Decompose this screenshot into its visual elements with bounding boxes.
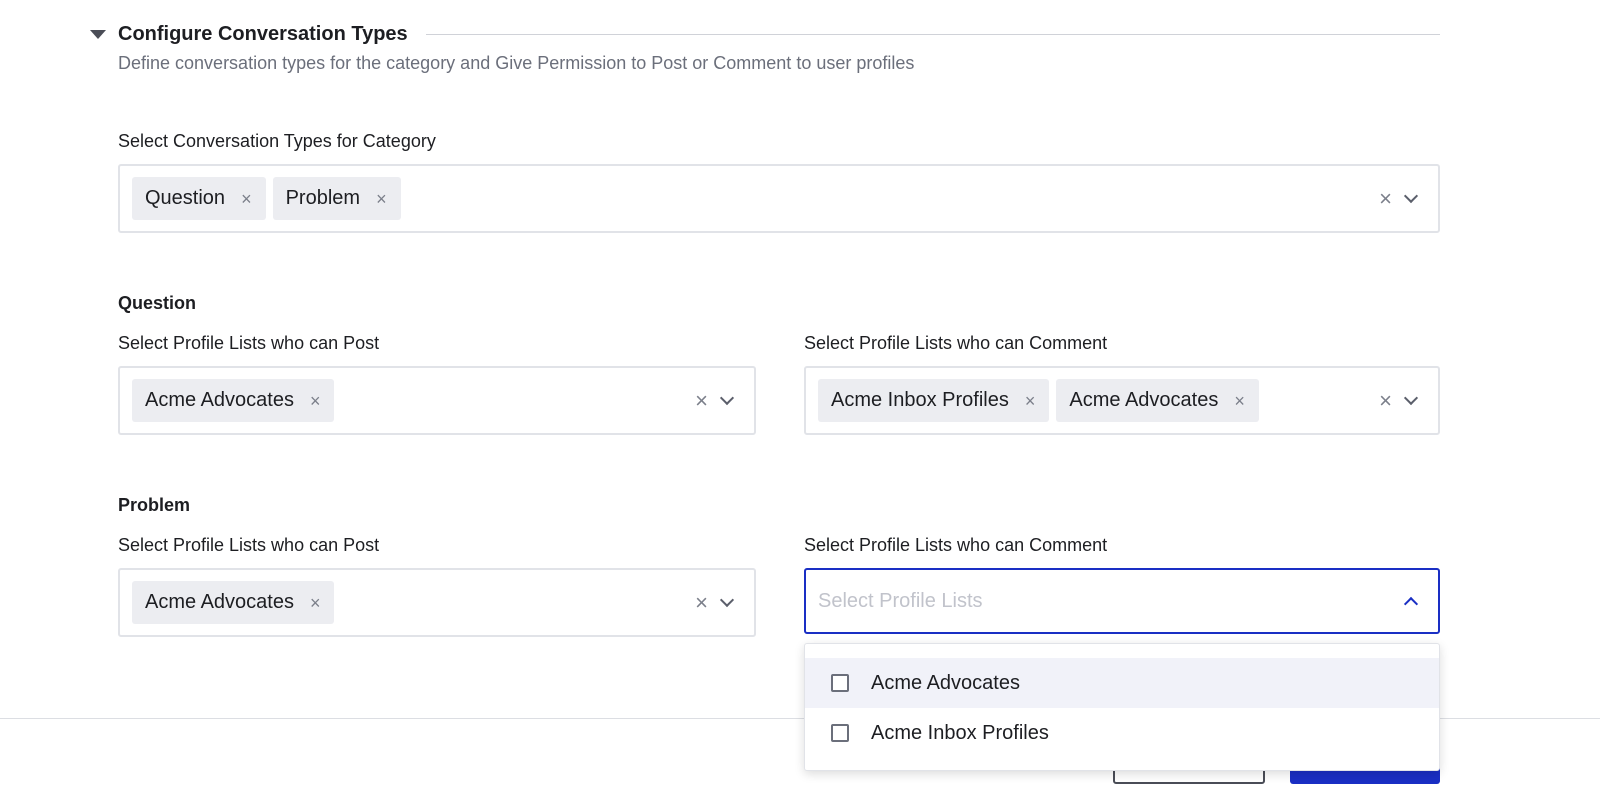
problem-post-select[interactable]: Acme Advocates × × [118,568,756,637]
chevron-up-icon[interactable] [1403,596,1419,612]
clear-icon[interactable]: × [695,389,708,412]
chevron-down-icon[interactable] [719,390,735,405]
chip-acme-advocates: Acme Advocates × [1056,379,1259,422]
section-title: Configure Conversation Types [118,22,408,45]
chip-remove-icon[interactable]: × [310,594,321,612]
chevron-down-icon[interactable] [1403,390,1419,405]
checkbox[interactable] [831,724,849,742]
question-comment-select[interactable]: Acme Inbox Profiles × Acme Advocates × × [804,366,1440,435]
section-description: Define conversation types for the catego… [118,53,915,73]
question-post-select[interactable]: Acme Advocates × × [118,366,756,435]
problem-post-label: Select Profile Lists who can Post [118,535,380,555]
chip-label: Acme Advocates [145,389,294,411]
profile-lists-dropdown: Acme Advocates Acme Inbox Profiles [804,643,1440,771]
select-controls [1403,570,1420,632]
chevron-down-icon[interactable] [1403,188,1419,203]
section-header: Configure Conversation Types [88,18,1440,50]
chip-problem: Problem × [272,177,401,220]
question-post-label: Select Profile Lists who can Post [118,333,380,353]
problem-comment-select[interactable]: Select Profile Lists [804,568,1440,634]
clear-icon[interactable]: × [1379,187,1392,210]
select-controls: × [1379,368,1420,433]
chip-remove-icon[interactable]: × [241,190,252,208]
chip-label: Question [145,187,226,209]
question-comment-label: Select Profile Lists who can Comment [804,333,1108,353]
conversation-types-select[interactable]: Question × Problem × × [118,164,1440,233]
chip-label: Problem [285,187,361,209]
dropdown-option-acme-advocates[interactable]: Acme Advocates [805,658,1439,708]
chip-remove-icon[interactable]: × [1025,392,1036,410]
chip-acme-advocates: Acme Advocates × [132,379,335,422]
checkbox[interactable] [831,674,849,692]
chip-acme-inbox-profiles: Acme Inbox Profiles × [818,379,1050,422]
option-label: Acme Advocates [871,671,1020,694]
chip-remove-icon[interactable]: × [376,190,387,208]
select-controls: × [695,368,736,433]
collapse-caret-icon[interactable] [90,29,106,39]
option-label: Acme Inbox Profiles [871,721,1049,744]
conversation-types-label: Select Conversation Types for Category [118,131,436,151]
problem-comment-label: Select Profile Lists who can Comment [804,535,1108,555]
chip-remove-icon[interactable]: × [310,392,321,410]
clear-icon[interactable]: × [695,591,708,614]
clear-icon[interactable]: × [1379,389,1392,412]
chip-label: Acme Inbox Profiles [831,389,1009,411]
chip-question: Question × [132,177,266,220]
chip-remove-icon[interactable]: × [1234,392,1245,410]
chip-label: Acme Advocates [145,591,294,613]
chip-label: Acme Advocates [1069,389,1219,411]
section-divider [425,33,1440,35]
select-controls: × [1379,166,1420,231]
chevron-down-icon[interactable] [719,592,735,607]
select-controls: × [695,570,736,635]
chip-acme-advocates: Acme Advocates × [132,581,335,624]
question-group-title: Question [118,293,197,313]
dropdown-option-acme-inbox-profiles[interactable]: Acme Inbox Profiles [805,708,1439,758]
select-placeholder: Select Profile Lists [818,589,983,612]
problem-group-title: Problem [118,495,191,515]
